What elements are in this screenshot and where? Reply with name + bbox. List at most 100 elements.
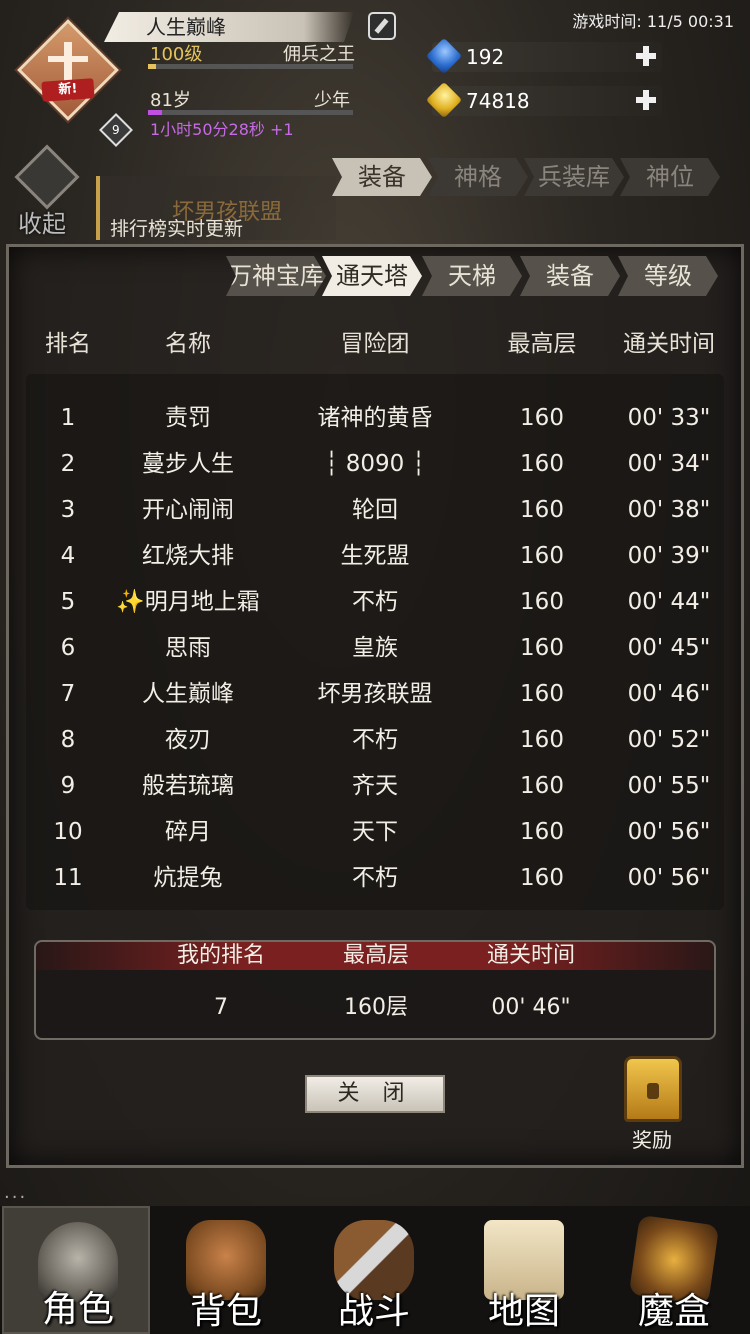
row-rank: 4	[60, 543, 76, 569]
new-badge: 新!	[41, 78, 95, 102]
tab-gear[interactable]: 装备	[520, 256, 620, 296]
row-floor: 160	[520, 451, 564, 477]
my-time-label: 通关时间	[486, 943, 575, 968]
row-name: 思雨	[165, 635, 211, 661]
row-team: ┆ 8090 ┆	[324, 451, 426, 477]
game-time: 游戏时间: 11/5 00:31	[572, 12, 734, 31]
table-row[interactable]: 11 炕提兔 不朽 160 00' 56"	[0, 855, 750, 901]
tab-equipment[interactable]: 装备	[332, 158, 432, 196]
row-rank: 8	[60, 727, 76, 753]
nav-battle-label: 战斗	[337, 1291, 410, 1332]
table-row[interactable]: 10 碎月 天下 160 00' 56"	[0, 809, 750, 855]
row-name: 开心闹闹	[142, 497, 234, 523]
play-timer: 1小时50分28秒 +1	[150, 120, 294, 139]
header-rank: 排名	[45, 331, 91, 357]
edit-name-button[interactable]	[368, 12, 396, 40]
tab-god-rank[interactable]: 神位	[620, 158, 720, 196]
row-team: 坏男孩联盟	[317, 681, 433, 707]
nav-map-label: 地图	[487, 1291, 560, 1332]
gold-value: 74818	[466, 89, 530, 113]
reward-label: 奖励	[632, 1128, 672, 1152]
table-row[interactable]: 8 夜刃 不朽 160 00' 52"	[0, 717, 750, 763]
row-team: 轮回	[352, 497, 398, 523]
age-line: 81岁 少年	[150, 86, 350, 112]
player-stage: 少年	[314, 90, 350, 111]
age-bar	[148, 110, 353, 115]
my-floor-value: 160层	[344, 995, 408, 1020]
row-floor: 160	[520, 543, 564, 569]
table-header: 排名 名称 冒险团 最高层 通关时间	[0, 324, 750, 360]
row-time: 00' 52"	[627, 727, 711, 753]
row-floor: 160	[520, 497, 564, 523]
row-name: 夜刃	[165, 727, 211, 753]
nav-backpack[interactable]: 背包	[152, 1206, 300, 1334]
exp-bar	[148, 64, 353, 69]
row-floor: 160	[520, 405, 564, 431]
nav-backpack-label: 背包	[189, 1291, 262, 1332]
player-level: 100级	[150, 44, 203, 65]
exp-bar-fill	[148, 64, 157, 69]
my-time-value: 00' 46"	[491, 995, 571, 1020]
close-button[interactable]: 关 闭	[305, 1075, 445, 1113]
tab-sky-tower[interactable]: 通天塔	[322, 256, 422, 296]
header-time: 通关时间	[623, 331, 715, 357]
nav-battle[interactable]: 战斗	[300, 1206, 448, 1334]
row-time: 00' 45"	[627, 635, 711, 661]
treasure-chest-icon	[624, 1056, 682, 1122]
row-rank: 3	[60, 497, 76, 523]
table-row[interactable]: 4 红烧大排 生死盟 160 00' 39"	[0, 533, 750, 579]
row-rank: 9	[60, 773, 76, 799]
header-team: 冒险团	[340, 331, 410, 357]
table-row[interactable]: 6 思雨 皇族 160 00' 45"	[0, 625, 750, 671]
nav-map[interactable]: 地图	[450, 1206, 598, 1334]
row-team: 不朽	[352, 589, 398, 615]
row-rank: 11	[53, 865, 83, 891]
my-rank-header: 我的排名 最高层 通关时间	[36, 942, 714, 970]
gold-icon	[425, 81, 463, 119]
tab-divinity[interactable]: 神格	[428, 158, 528, 196]
player-title: 佣兵之王	[283, 44, 355, 65]
table-row[interactable]: 3 开心闹闹 轮回 160 00' 38"	[0, 487, 750, 533]
collapse-icon	[14, 144, 80, 210]
nav-character[interactable]: 角色	[2, 1206, 150, 1334]
row-floor: 160	[520, 865, 564, 891]
row-time: 00' 55"	[627, 773, 711, 799]
table-row[interactable]: 1 责罚 诸神的黄昏 160 00' 33"	[0, 395, 750, 441]
row-rank: 5	[60, 589, 76, 615]
table-row[interactable]: 5 ✨明月地上霜 不朽 160 00' 44"	[0, 579, 750, 625]
row-name: 红烧大排	[142, 543, 234, 569]
collapse-label: 收起	[18, 210, 66, 238]
tab-armory[interactable]: 兵装库	[524, 158, 624, 196]
row-name: 责罚	[165, 405, 211, 431]
nav-magic-box-label: 魔盒	[637, 1291, 710, 1332]
tab-ladder[interactable]: 天梯	[422, 256, 522, 296]
row-team: 天下	[352, 819, 398, 845]
row-team: 不朽	[352, 865, 398, 891]
header-name: 名称	[165, 331, 211, 357]
row-name: 碎月	[165, 819, 211, 845]
row-time: 00' 46"	[627, 681, 711, 707]
tab-pantheon-vault[interactable]: 万神宝库	[226, 256, 326, 296]
add-gold-button[interactable]	[634, 88, 658, 112]
row-time: 00' 39"	[627, 543, 711, 569]
row-floor: 160	[520, 635, 564, 661]
collapse-button[interactable]: 收起	[10, 144, 84, 238]
gem-counter: 192	[425, 37, 662, 75]
row-team: 不朽	[352, 727, 398, 753]
row-floor: 160	[520, 727, 564, 753]
row-name: 蔓步人生	[142, 451, 234, 477]
tab-level[interactable]: 等级	[618, 256, 718, 296]
table-row[interactable]: 9 般若琉璃 齐天 160 00' 55"	[0, 763, 750, 809]
table-row[interactable]: 7 人生巅峰 坏男孩联盟 160 00' 46"	[0, 671, 750, 717]
reward-button[interactable]: 奖励	[612, 1052, 692, 1152]
add-gems-button[interactable]	[634, 44, 658, 68]
row-rank: 2	[60, 451, 76, 477]
my-rank-label: 我的排名	[176, 943, 265, 968]
row-team: 诸神的黄昏	[317, 405, 433, 431]
row-time: 00' 33"	[627, 405, 711, 431]
level-line: 100级 佣兵之王	[150, 40, 355, 66]
player-emblem[interactable]: 新! 9	[17, 19, 133, 147]
nav-magic-box[interactable]: 魔盒	[600, 1206, 748, 1334]
table-row[interactable]: 2 蔓步人生 ┆ 8090 ┆ 160 00' 34"	[0, 441, 750, 487]
gold-counter: 74818	[425, 81, 662, 119]
